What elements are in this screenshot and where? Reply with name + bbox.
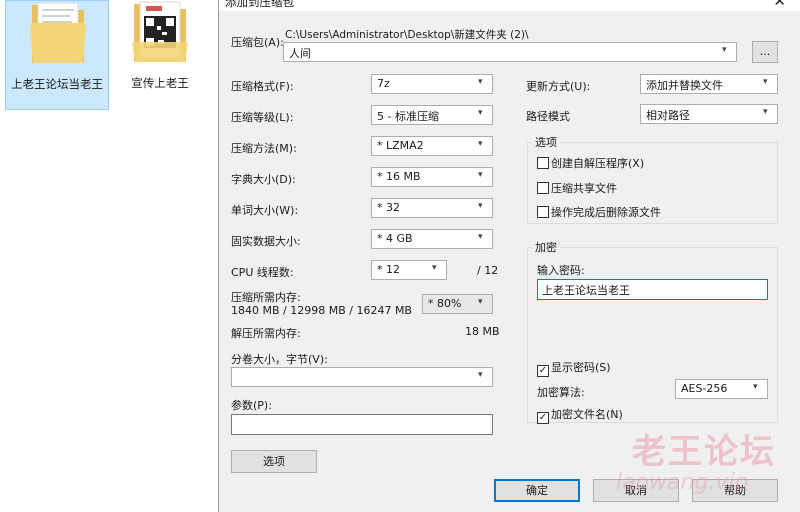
checkmark-icon: ✓ bbox=[537, 412, 549, 424]
desktop-item-label: 宣传上老王 bbox=[131, 76, 189, 90]
cpu-total: / 12 bbox=[477, 264, 499, 277]
volume-combo[interactable]: ▾ bbox=[231, 367, 493, 387]
update-label: 更新方式(U): bbox=[526, 80, 591, 93]
solid-label: 固实数据大小: bbox=[231, 235, 301, 248]
browse-button[interactable]: ... bbox=[752, 41, 778, 63]
chevron-down-icon: ▾ bbox=[478, 108, 483, 118]
add-to-archive-dialog: 添加到压缩包 ✕ 压缩包(A): C:\Users\Administrator\… bbox=[218, 0, 800, 512]
encrypt-names-label: 加密文件名(N) bbox=[551, 408, 623, 421]
update-value: 添加并替换文件 bbox=[646, 79, 723, 92]
format-select[interactable]: 7z ▾ bbox=[371, 74, 493, 94]
cancel-button[interactable]: 取消 bbox=[593, 479, 679, 502]
mem-percent-select[interactable]: * 80% ▾ bbox=[422, 294, 493, 314]
mem-label: 压缩所需内存: bbox=[231, 291, 301, 304]
update-select[interactable]: 添加并替换文件 ▾ bbox=[640, 74, 778, 94]
params-label: 参数(P): bbox=[231, 399, 272, 412]
method-label: 压缩方法(M): bbox=[231, 142, 297, 155]
format-label: 压缩格式(F): bbox=[231, 80, 294, 93]
desktop-folder-item-2[interactable]: 宣传上老王 bbox=[108, 0, 212, 110]
options-group-title: 选项 bbox=[532, 134, 560, 150]
format-value: 7z bbox=[377, 77, 390, 90]
level-select[interactable]: 5 - 标准压缩 ▾ bbox=[371, 105, 493, 125]
show-password-label: 显示密码(S) bbox=[551, 361, 611, 374]
close-icon[interactable]: ✕ bbox=[773, 0, 786, 10]
checkmark-icon: ✓ bbox=[537, 365, 549, 377]
cpu-select[interactable]: * 12 ▾ bbox=[371, 260, 447, 280]
sfx-label: 创建自解压程序(X) bbox=[551, 157, 645, 170]
folder-qr-icon bbox=[130, 0, 190, 66]
dialog-titlebar[interactable]: 添加到压缩包 ✕ bbox=[219, 0, 800, 11]
mem-percent-value: * 80% bbox=[428, 297, 462, 310]
solid-value: * 4 GB bbox=[377, 232, 413, 245]
method-select[interactable]: * LZMA2 ▾ bbox=[371, 136, 493, 156]
dialog-title: 添加到压缩包 bbox=[225, 0, 294, 9]
path-mode-value: 相对路径 bbox=[646, 109, 690, 122]
ok-button[interactable]: 确定 bbox=[494, 479, 580, 502]
desktop-item-label: 上老王论坛当老王 bbox=[11, 77, 103, 91]
decomp-value: 18 MB bbox=[465, 325, 500, 338]
password-input[interactable]: 上老王论坛当老王 bbox=[537, 279, 768, 300]
archive-path: C:\Users\Administrator\Desktop\新建文件夹 (2)… bbox=[285, 29, 529, 41]
volume-label: 分卷大小，字节(V): bbox=[231, 353, 328, 366]
enc-method-value: AES-256 bbox=[681, 382, 728, 395]
delete-checkbox[interactable]: 操作完成后删除源文件 bbox=[537, 204, 661, 220]
chevron-down-icon: ▾ bbox=[478, 201, 483, 211]
archive-label: 压缩包(A): bbox=[231, 36, 284, 49]
sfx-checkbox[interactable]: 创建自解压程序(X) bbox=[537, 155, 644, 171]
path-mode-label: 路径模式 bbox=[526, 110, 570, 123]
password-label: 输入密码: bbox=[537, 264, 585, 277]
level-label: 压缩等级(L): bbox=[231, 111, 294, 124]
enc-method-label: 加密算法: bbox=[537, 386, 585, 399]
cpu-label: CPU 线程数: bbox=[231, 266, 294, 279]
desktop: 上老王论坛当老王 宣传上老王 bbox=[0, 0, 218, 509]
chevron-down-icon: ▾ bbox=[478, 370, 483, 380]
options-button[interactable]: 选项 bbox=[231, 450, 317, 473]
path-mode-select[interactable]: 相对路径 ▾ bbox=[640, 104, 778, 124]
cpu-value: * 12 bbox=[377, 263, 400, 276]
encrypt-names-checkbox[interactable]: ✓ 加密文件名(N) bbox=[537, 406, 623, 424]
checkbox-box bbox=[537, 182, 549, 194]
chevron-down-icon: ▾ bbox=[478, 139, 483, 149]
chevron-down-icon: ▾ bbox=[763, 107, 768, 117]
chevron-down-icon: ▾ bbox=[753, 382, 758, 392]
word-label: 单词大小(W): bbox=[231, 204, 299, 217]
dict-label: 字典大小(D): bbox=[231, 173, 296, 186]
delete-label: 操作完成后删除源文件 bbox=[551, 206, 661, 219]
encryption-group-title: 加密 bbox=[532, 239, 560, 255]
params-input[interactable] bbox=[231, 414, 493, 435]
shared-label: 压缩共享文件 bbox=[551, 182, 617, 195]
decomp-label: 解压所需内存: bbox=[231, 327, 301, 340]
dict-select[interactable]: * 16 MB ▾ bbox=[371, 167, 493, 187]
method-value: * LZMA2 bbox=[377, 139, 424, 152]
mem-value: 1840 MB / 12998 MB / 16247 MB bbox=[231, 304, 412, 317]
solid-select[interactable]: * 4 GB ▾ bbox=[371, 229, 493, 249]
checkbox-box bbox=[537, 206, 549, 218]
chevron-down-icon: ▾ bbox=[478, 77, 483, 87]
folder-icon bbox=[28, 0, 88, 67]
chevron-down-icon: ▾ bbox=[478, 170, 483, 180]
archive-name-combo[interactable]: 人间 ▾ bbox=[283, 42, 737, 62]
chevron-down-icon: ▾ bbox=[722, 45, 727, 55]
desktop-folder-item-1[interactable]: 上老王论坛当老王 bbox=[5, 0, 109, 110]
shared-checkbox[interactable]: 压缩共享文件 bbox=[537, 180, 617, 196]
enc-method-select[interactable]: AES-256 ▾ bbox=[675, 379, 768, 399]
dict-value: * 16 MB bbox=[377, 170, 421, 183]
level-value: 5 - 标准压缩 bbox=[377, 110, 439, 123]
show-password-checkbox[interactable]: ✓ 显示密码(S) bbox=[537, 359, 611, 377]
chevron-down-icon: ▾ bbox=[478, 232, 483, 242]
archive-name-value: 人间 bbox=[289, 47, 311, 60]
help-button[interactable]: 帮助 bbox=[692, 479, 778, 502]
word-value: * 32 bbox=[377, 201, 400, 214]
checkbox-box bbox=[537, 157, 549, 169]
word-select[interactable]: * 32 ▾ bbox=[371, 198, 493, 218]
chevron-down-icon: ▾ bbox=[432, 263, 437, 273]
chevron-down-icon: ▾ bbox=[478, 297, 483, 307]
chevron-down-icon: ▾ bbox=[763, 77, 768, 87]
